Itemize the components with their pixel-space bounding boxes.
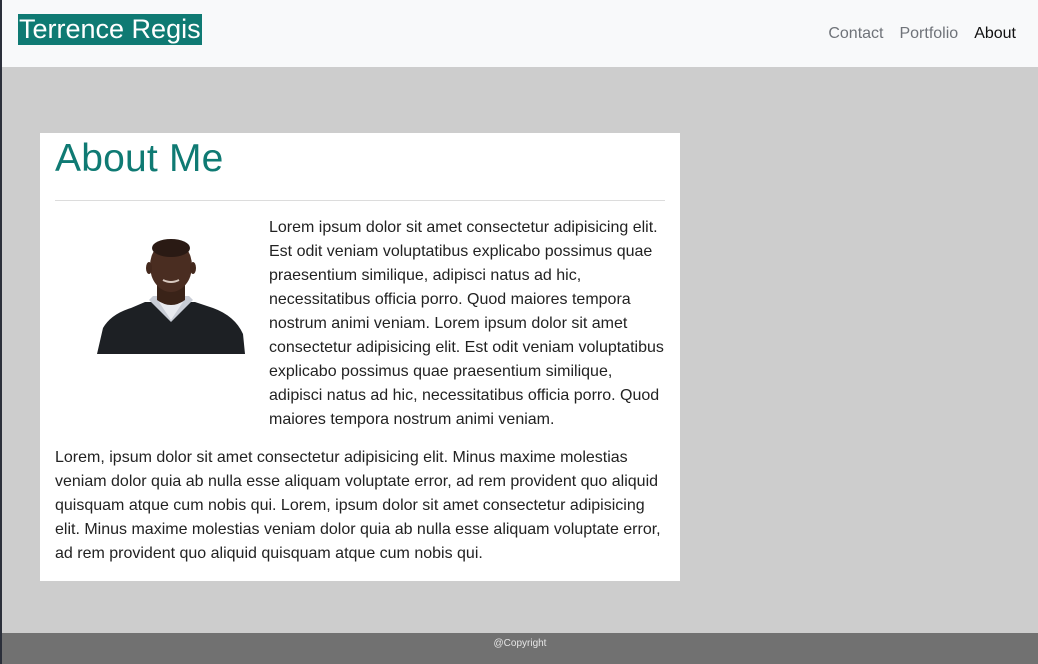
nav-link-about[interactable]: About <box>974 24 1016 44</box>
copyright-text: @Copyright <box>493 638 547 649</box>
intro-paragraph: Lorem ipsum dolor sit amet consectetur a… <box>269 219 664 428</box>
nav-links: Contact Portfolio About <box>812 24 1016 44</box>
title-divider <box>55 200 665 201</box>
navbar: Terrence Regis Contact Portfolio About <box>2 0 1038 67</box>
profile-photo <box>97 239 245 354</box>
about-card: About Me Lorem ipsum dolor sit amet cons… <box>40 133 680 581</box>
nav-link-portfolio[interactable]: Portfolio <box>899 24 958 44</box>
nav-link-contact[interactable]: Contact <box>828 24 883 44</box>
brand-link[interactable]: Terrence Regis <box>18 14 202 45</box>
intro-section: Lorem ipsum dolor sit amet consectetur a… <box>55 216 665 432</box>
page-title: About Me <box>55 137 224 180</box>
bio-paragraph: Lorem, ipsum dolor sit amet consectetur … <box>55 449 661 562</box>
footer: @Copyright <box>2 633 1038 664</box>
